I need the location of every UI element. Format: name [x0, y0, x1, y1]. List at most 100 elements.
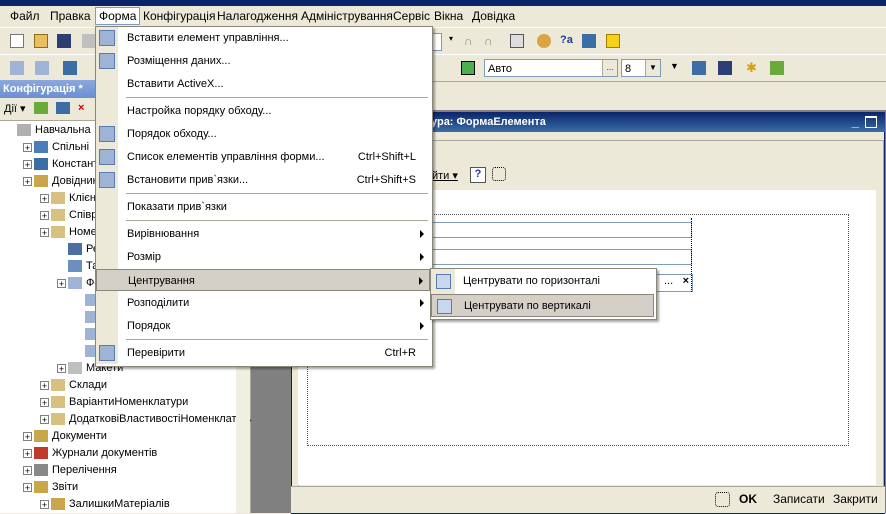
- font-color-icon[interactable]: [459, 59, 477, 77]
- size-item[interactable]: Розмір: [96, 246, 430, 268]
- expand-icon[interactable]: +: [23, 448, 32, 458]
- form-actions-menu[interactable]: йти ▾: [432, 169, 458, 182]
- tree-item[interactable]: + Константи: [23, 156, 104, 173]
- form-field-1[interactable]: [432, 222, 692, 238]
- form-field-3[interactable]: ... ×: [655, 274, 693, 292]
- expand-icon[interactable]: +: [40, 380, 49, 390]
- tab-order-settings-item[interactable]: Настройка порядку обходу...: [96, 100, 430, 122]
- menu-help[interactable]: Довідка: [469, 8, 518, 24]
- tree-item[interactable]: + Журнали документів: [23, 445, 157, 462]
- expand-icon[interactable]: +: [40, 210, 49, 220]
- windows-icon[interactable]: [508, 32, 526, 50]
- set-bindings-item[interactable]: Встановити прив`язки... Ctrl+Shift+S: [96, 169, 430, 191]
- submenu-arrow-icon: [420, 253, 424, 261]
- controls-list-item[interactable]: Список елементів управління форми... Ctrl…: [96, 146, 430, 168]
- headphones-icon[interactable]: ∩: [462, 32, 480, 50]
- tree-item[interactable]: + Склади: [40, 377, 107, 394]
- dropdown-arrow-icon[interactable]: ▾: [442, 32, 460, 50]
- expand-icon[interactable]: +: [23, 159, 32, 169]
- open-icon[interactable]: [32, 32, 50, 50]
- menu-service[interactable]: Сервіс: [390, 8, 433, 24]
- actions-menu-button[interactable]: Дії ▾: [4, 102, 26, 115]
- ok-button[interactable]: OK: [739, 492, 757, 506]
- chevron-down-icon[interactable]: ▼: [645, 60, 660, 76]
- insert-control-item[interactable]: Вставити елемент управління...: [96, 27, 430, 49]
- selection-icon[interactable]: [492, 167, 506, 181]
- form-tool2-icon[interactable]: [33, 59, 51, 77]
- centering-item[interactable]: Центрування: [96, 269, 430, 291]
- menu-edit[interactable]: Правка: [47, 8, 94, 24]
- expand-icon[interactable]: +: [40, 193, 49, 203]
- menu-form[interactable]: Форма: [95, 7, 141, 25]
- check-item[interactable]: Перевірити Ctrl+R: [96, 342, 430, 364]
- menu-debug[interactable]: Налагодження: [214, 8, 301, 24]
- wizard-icon[interactable]: ✱: [744, 59, 762, 77]
- form-properties-icon[interactable]: [690, 59, 708, 77]
- expand-icon[interactable]: +: [57, 278, 66, 288]
- menu-item-label: Перевірити: [127, 347, 185, 359]
- delete-icon[interactable]: ×: [78, 102, 84, 114]
- center-vertical-item[interactable]: Центрувати по вертикалі: [431, 294, 654, 317]
- minimize-icon[interactable]: _: [852, 112, 859, 132]
- expand-icon[interactable]: +: [57, 363, 66, 373]
- font-browse-button[interactable]: ...: [602, 60, 617, 76]
- close-button[interactable]: Закрити: [833, 492, 878, 506]
- form-tool-icon[interactable]: [8, 59, 26, 77]
- expand-icon[interactable]: +: [40, 414, 49, 424]
- help-search-icon[interactable]: ?a: [558, 32, 576, 50]
- menu-configuration[interactable]: Конфігурація: [140, 8, 218, 24]
- menu-administration[interactable]: Адміністрування: [298, 8, 396, 24]
- tree-node-icon: [17, 124, 31, 137]
- expand-icon[interactable]: +: [40, 499, 49, 509]
- save-icon[interactable]: [55, 32, 73, 50]
- font-combo[interactable]: Авто ...: [484, 59, 618, 77]
- tree-item[interactable]: Навчальна: [6, 122, 91, 139]
- edit-icon[interactable]: [56, 102, 70, 114]
- tree-item[interactable]: + Довідники: [23, 173, 104, 190]
- expand-icon[interactable]: +: [23, 482, 32, 492]
- expand-icon[interactable]: +: [40, 227, 49, 237]
- tab-order-item[interactable]: Порядок обходу...: [96, 123, 430, 145]
- help-icon[interactable]: ?: [470, 167, 486, 183]
- tree-item[interactable]: + ВаріантиНоменклатури: [40, 394, 188, 411]
- font-size-combo[interactable]: 8 ▼: [621, 59, 661, 77]
- expand-icon[interactable]: +: [23, 465, 32, 475]
- teacher-icon[interactable]: [535, 32, 553, 50]
- insert-activex-item[interactable]: Вставити ActiveX...: [96, 73, 430, 95]
- tree-item[interactable]: + ДодатковіВластивостіНоменклатури: [40, 411, 254, 428]
- insert-icon[interactable]: [768, 59, 786, 77]
- new-icon[interactable]: [8, 32, 26, 50]
- distribute-item[interactable]: Розподілити: [96, 292, 430, 314]
- book-icon[interactable]: [580, 32, 598, 50]
- tree-item[interactable]: + Документи: [23, 428, 107, 445]
- run-form-icon[interactable]: [716, 59, 734, 77]
- expand-icon[interactable]: +: [23, 176, 32, 186]
- alignment-item[interactable]: Вирівнювання: [96, 223, 430, 245]
- submenu-arrow-icon: [419, 277, 423, 285]
- center-horizontal-item[interactable]: Центрувати по горизонталі: [431, 270, 654, 293]
- tree-item[interactable]: + Звіти: [23, 479, 78, 496]
- maximize-icon[interactable]: [865, 116, 877, 128]
- data-placement-item[interactable]: Розміщення даних...: [96, 50, 430, 72]
- form-field-2[interactable]: [432, 249, 692, 265]
- menu-separator: [126, 97, 428, 98]
- tree-item[interactable]: + Перелічення: [23, 462, 117, 479]
- tree-node-icon: [51, 396, 65, 409]
- form-tool3-icon[interactable]: [61, 59, 79, 77]
- order-item[interactable]: Порядок: [96, 315, 430, 337]
- tree-node-icon: [51, 498, 65, 511]
- save-button[interactable]: Записати: [773, 492, 825, 506]
- tree-node-icon: [34, 447, 48, 460]
- headphones-alt-icon[interactable]: ∩: [482, 32, 500, 50]
- menu-windows[interactable]: Вікна: [431, 8, 466, 24]
- expand-icon[interactable]: +: [23, 431, 32, 441]
- tree-item[interactable]: + ЗалишкиМатеріалів: [40, 496, 170, 513]
- 1c-help-icon[interactable]: [604, 32, 622, 50]
- show-bindings-item[interactable]: Показати прив`язки: [96, 196, 430, 218]
- add-icon[interactable]: [34, 102, 48, 114]
- expand-icon[interactable]: +: [40, 397, 49, 407]
- chevron-down-icon[interactable]: ▼: [668, 59, 686, 77]
- menu-file[interactable]: Файл: [7, 8, 43, 24]
- expand-icon[interactable]: +: [23, 142, 32, 152]
- tree-item[interactable]: + Спільні: [23, 139, 89, 156]
